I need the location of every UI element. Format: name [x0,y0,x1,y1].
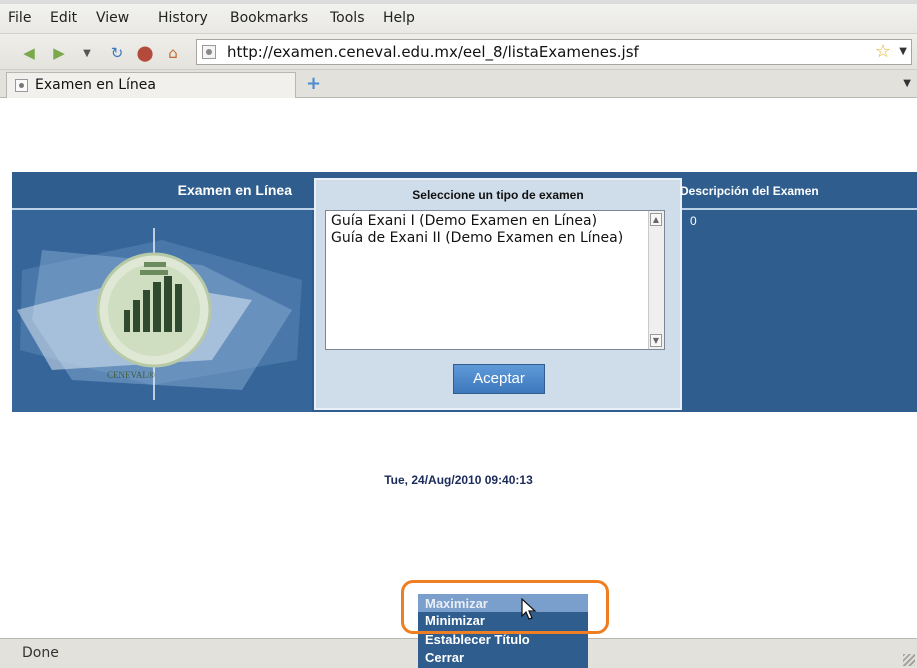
scroll-up-arrow-icon[interactable]: ▲ [650,213,662,226]
url-bar[interactable]: http://examen.ceneval.edu.mx/eel_8/lista… [196,39,912,65]
exam-option[interactable]: Guía de Exani II (Demo Examen en Línea) [331,230,623,246]
stop-icon[interactable]: ⬤ [136,44,154,62]
ceneval-logo-panel: CENEVAL® [12,210,312,412]
new-tab-plus-icon[interactable]: + [306,73,321,94]
window-top-edge [0,0,917,4]
tab-examen-en-linea[interactable]: Examen en Línea [6,72,296,98]
exam-selection-band: Examen en Línea CENEVAL® Seleccione un t… [12,172,917,412]
scroll-down-arrow-icon[interactable]: ▼ [650,334,662,347]
menu-view[interactable]: View [96,10,129,26]
site-identity-icon[interactable] [202,45,216,59]
exam-type-title: Seleccione un tipo de examen [412,188,584,202]
menu-file[interactable]: File [8,10,31,26]
exam-type-panel: Seleccione un tipo de examen Guía Exani … [314,178,682,410]
menu-help[interactable]: Help [383,10,415,26]
forward-icon[interactable]: ▶ [50,44,68,62]
menu-item-cerrar[interactable]: Cerrar [425,650,464,665]
left-panel-title: Examen en Línea [177,182,292,198]
home-icon[interactable]: ⌂ [164,44,182,62]
ceneval-logo-text: CENEVAL® [107,370,155,380]
back-icon[interactable]: ◀ [20,44,38,62]
server-datetime: Tue, 24/Aug/2010 09:40:13 [384,473,533,487]
menu-edit[interactable]: Edit [50,10,77,26]
accept-button[interactable]: Aceptar [453,364,545,394]
tab-list-dropdown-icon[interactable]: ▼ [903,78,911,89]
tab-bar: Examen en Línea + ▼ [0,70,917,98]
tab-label: Examen en Línea [35,77,156,93]
exam-option[interactable]: Guía Exani I (Demo Examen en Línea) [331,213,597,229]
menu-tools[interactable]: Tools [330,10,365,26]
history-dropdown-icon[interactable]: ▼ [78,44,96,62]
bookmark-star-icon[interactable]: ☆ [875,41,891,62]
menu-bookmarks[interactable]: Bookmarks [230,10,308,26]
menu-history[interactable]: History [158,10,208,26]
reload-icon[interactable]: ↻ [108,44,126,62]
status-text: Done [22,645,59,661]
url-text: http://examen.ceneval.edu.mx/eel_8/lista… [227,43,639,61]
resize-grip-icon[interactable] [903,654,915,666]
annotation-highlight-box [401,580,609,634]
navigation-toolbar: ◀ ▶ ▼ ↻ ⬤ ⌂ http://examen.ceneval.edu.mx… [0,34,917,70]
mouse-pointer-icon [521,598,537,620]
page-favicon-icon [15,79,28,92]
exam-description-title: Descripción del Examen [680,184,819,198]
url-dropdown-icon[interactable]: ▼ [899,46,907,57]
exam-description-value: 0 [690,214,697,228]
ceneval-logo-graphic [17,228,302,400]
menu-item-establecer-titulo[interactable]: Establecer Título [425,632,530,647]
listbox-scrollbar[interactable]: ▲ ▼ [648,211,664,349]
menu-bar: File Edit View History Bookmarks Tools H… [0,0,917,34]
exam-type-listbox[interactable]: Guía Exani I (Demo Examen en Línea) Guía… [325,210,665,350]
